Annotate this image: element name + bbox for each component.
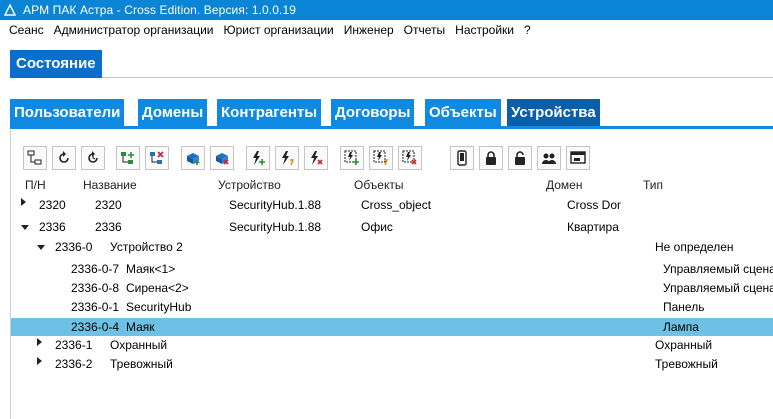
table-row[interactable]: 2336 2336 SecurityHub.1.88 Офис Квартира bbox=[11, 218, 773, 236]
cell-type: Управляемый сцена bbox=[663, 262, 773, 276]
column-objects[interactable]: Объекты bbox=[354, 178, 404, 192]
collapse-arrow-icon[interactable] bbox=[37, 245, 45, 250]
table-row[interactable]: 2336-2 Тревожный Тревожный bbox=[11, 355, 773, 373]
cell-type: Тревожный bbox=[655, 357, 718, 371]
tab-contracts[interactable]: Договоры bbox=[331, 99, 415, 127]
cell-type: Управляемый сцена bbox=[663, 281, 773, 295]
column-device[interactable]: Устройство bbox=[218, 178, 281, 192]
add-node-icon[interactable] bbox=[116, 146, 140, 170]
cell-pn: 2336-2 bbox=[55, 357, 93, 371]
remove-zone-icon[interactable] bbox=[304, 146, 328, 170]
cell-name: SecurityHub bbox=[126, 300, 192, 314]
add-zone-icon[interactable] bbox=[246, 146, 270, 170]
users-icon[interactable] bbox=[537, 146, 561, 170]
table-row[interactable]: 2336-0-4 Маяк Лампа bbox=[11, 318, 773, 336]
tab-domains[interactable]: Домены bbox=[138, 99, 208, 127]
remove-device-icon[interactable] bbox=[210, 146, 234, 170]
cell-name: Устройство 2 bbox=[110, 240, 182, 254]
cell-domain: Cross Dom bbox=[567, 198, 621, 212]
tab-status[interactable]: Состояние bbox=[10, 50, 102, 78]
table-row[interactable]: 2336-0-8 Сирена<2> Управляемый сцена bbox=[11, 279, 773, 297]
cell-device: SecurityHub.1.88 bbox=[229, 198, 322, 212]
expand-arrow-icon[interactable] bbox=[37, 357, 42, 365]
cell-pn: 2336-0-8 bbox=[71, 281, 120, 295]
cell-pn: 2336-0-7 bbox=[71, 262, 120, 276]
cell-name: Сирена<2> bbox=[126, 281, 189, 295]
expand-arrow-icon[interactable] bbox=[21, 198, 26, 206]
cell-type: Не определен bbox=[655, 240, 734, 254]
refresh-icon[interactable] bbox=[52, 146, 76, 170]
menu-org-lawyer[interactable]: Юрист организации bbox=[218, 23, 338, 37]
lock-icon[interactable] bbox=[479, 146, 503, 170]
cell-pn: 2336-0 bbox=[55, 240, 93, 254]
tab-devices[interactable]: Устройства bbox=[507, 99, 600, 127]
cell-name: Маяк bbox=[126, 320, 155, 334]
table-row[interactable]: 2336-0-7 Маяк<1> Управляемый сцена bbox=[11, 260, 773, 278]
edit-zone-icon[interactable] bbox=[275, 146, 299, 170]
cell-name: 2336 bbox=[95, 220, 122, 234]
cell-pn: 2320 bbox=[39, 198, 66, 212]
cell-pn: 2336-1 bbox=[55, 338, 93, 352]
column-type[interactable]: Тип bbox=[643, 178, 663, 192]
collapse-arrow-icon[interactable] bbox=[21, 225, 29, 230]
menu-org-admin[interactable]: Администратор организации bbox=[49, 23, 219, 37]
column-header-row: П/Н Название Устройство Объекты Домен Ти… bbox=[11, 178, 773, 194]
cell-name: 2320 bbox=[95, 198, 122, 212]
cell-type: Панель bbox=[663, 300, 705, 314]
table-row[interactable]: 2336-0-1 SecurityHub Панель bbox=[11, 298, 773, 316]
table-row[interactable]: 2336-1 Охранный Охранный bbox=[11, 336, 773, 354]
cell-pn: 2336-0-4 bbox=[71, 320, 120, 334]
devices-panel: П/Н Название Устройство Объекты Домен Ти… bbox=[10, 130, 773, 419]
add-device-icon[interactable] bbox=[181, 146, 205, 170]
cell-pn: 2336-0-1 bbox=[71, 300, 120, 314]
main-tab-strip: Пользователи Домены Контрагенты Договоры… bbox=[10, 99, 773, 129]
phone-icon[interactable] bbox=[450, 146, 474, 170]
remove-sensor-icon[interactable] bbox=[398, 146, 422, 170]
table-row[interactable]: 2320 2320 SecurityHub.1.88 Cross_object Cros… bbox=[11, 196, 773, 214]
column-domain[interactable]: Домен bbox=[546, 178, 583, 192]
add-sensor-icon[interactable] bbox=[340, 146, 364, 170]
cell-type: Лампа bbox=[663, 320, 699, 334]
column-pn[interactable]: П/Н bbox=[25, 178, 46, 192]
expand-arrow-icon[interactable] bbox=[37, 338, 42, 346]
menu-reports[interactable]: Отчеты bbox=[399, 23, 450, 37]
cell-objects: Офис bbox=[361, 220, 393, 234]
unlock-icon[interactable] bbox=[508, 146, 532, 170]
menu-engineer[interactable]: Инженер bbox=[339, 23, 399, 37]
cell-pn: 2336 bbox=[39, 220, 66, 234]
status-tab-strip: Состояние bbox=[10, 50, 773, 78]
cell-name: Тревожный bbox=[110, 357, 173, 371]
edit-sensor-icon[interactable] bbox=[369, 146, 393, 170]
app-icon bbox=[3, 3, 17, 17]
refresh-timer-icon[interactable] bbox=[81, 146, 105, 170]
tab-contractors[interactable]: Контрагенты bbox=[217, 99, 322, 127]
menu-session[interactable]: Сеанс bbox=[4, 23, 49, 37]
table-row[interactable]: 2336-0 Устройство 2 Не определен bbox=[11, 238, 773, 256]
remove-node-icon[interactable] bbox=[145, 146, 169, 170]
cell-name: Охранный bbox=[110, 338, 168, 352]
tab-underline bbox=[10, 126, 773, 129]
menu-settings[interactable]: Настройки bbox=[450, 23, 519, 37]
cell-domain: Квартира bbox=[567, 220, 619, 234]
tab-objects[interactable]: Объекты bbox=[425, 99, 501, 127]
cell-objects: Cross_object bbox=[361, 198, 432, 212]
column-name[interactable]: Название bbox=[83, 178, 137, 192]
tab-users[interactable]: Пользователи bbox=[10, 99, 125, 127]
title-bar: АРМ ПАК Астра - Cross Edition. Версия: 1… bbox=[0, 0, 773, 20]
menu-help[interactable]: ? bbox=[519, 23, 536, 37]
device-tree-icon[interactable] bbox=[23, 146, 47, 170]
cell-name: Маяк<1> bbox=[126, 262, 176, 276]
console-icon[interactable] bbox=[566, 146, 590, 170]
window-title: АРМ ПАК Астра - Cross Edition. Версия: 1… bbox=[23, 3, 296, 17]
cell-type: Охранный bbox=[655, 338, 713, 352]
menu-bar: Сеанс Администратор организации Юрист ор… bbox=[0, 20, 773, 40]
cell-device: SecurityHub.1.88 bbox=[229, 220, 322, 234]
